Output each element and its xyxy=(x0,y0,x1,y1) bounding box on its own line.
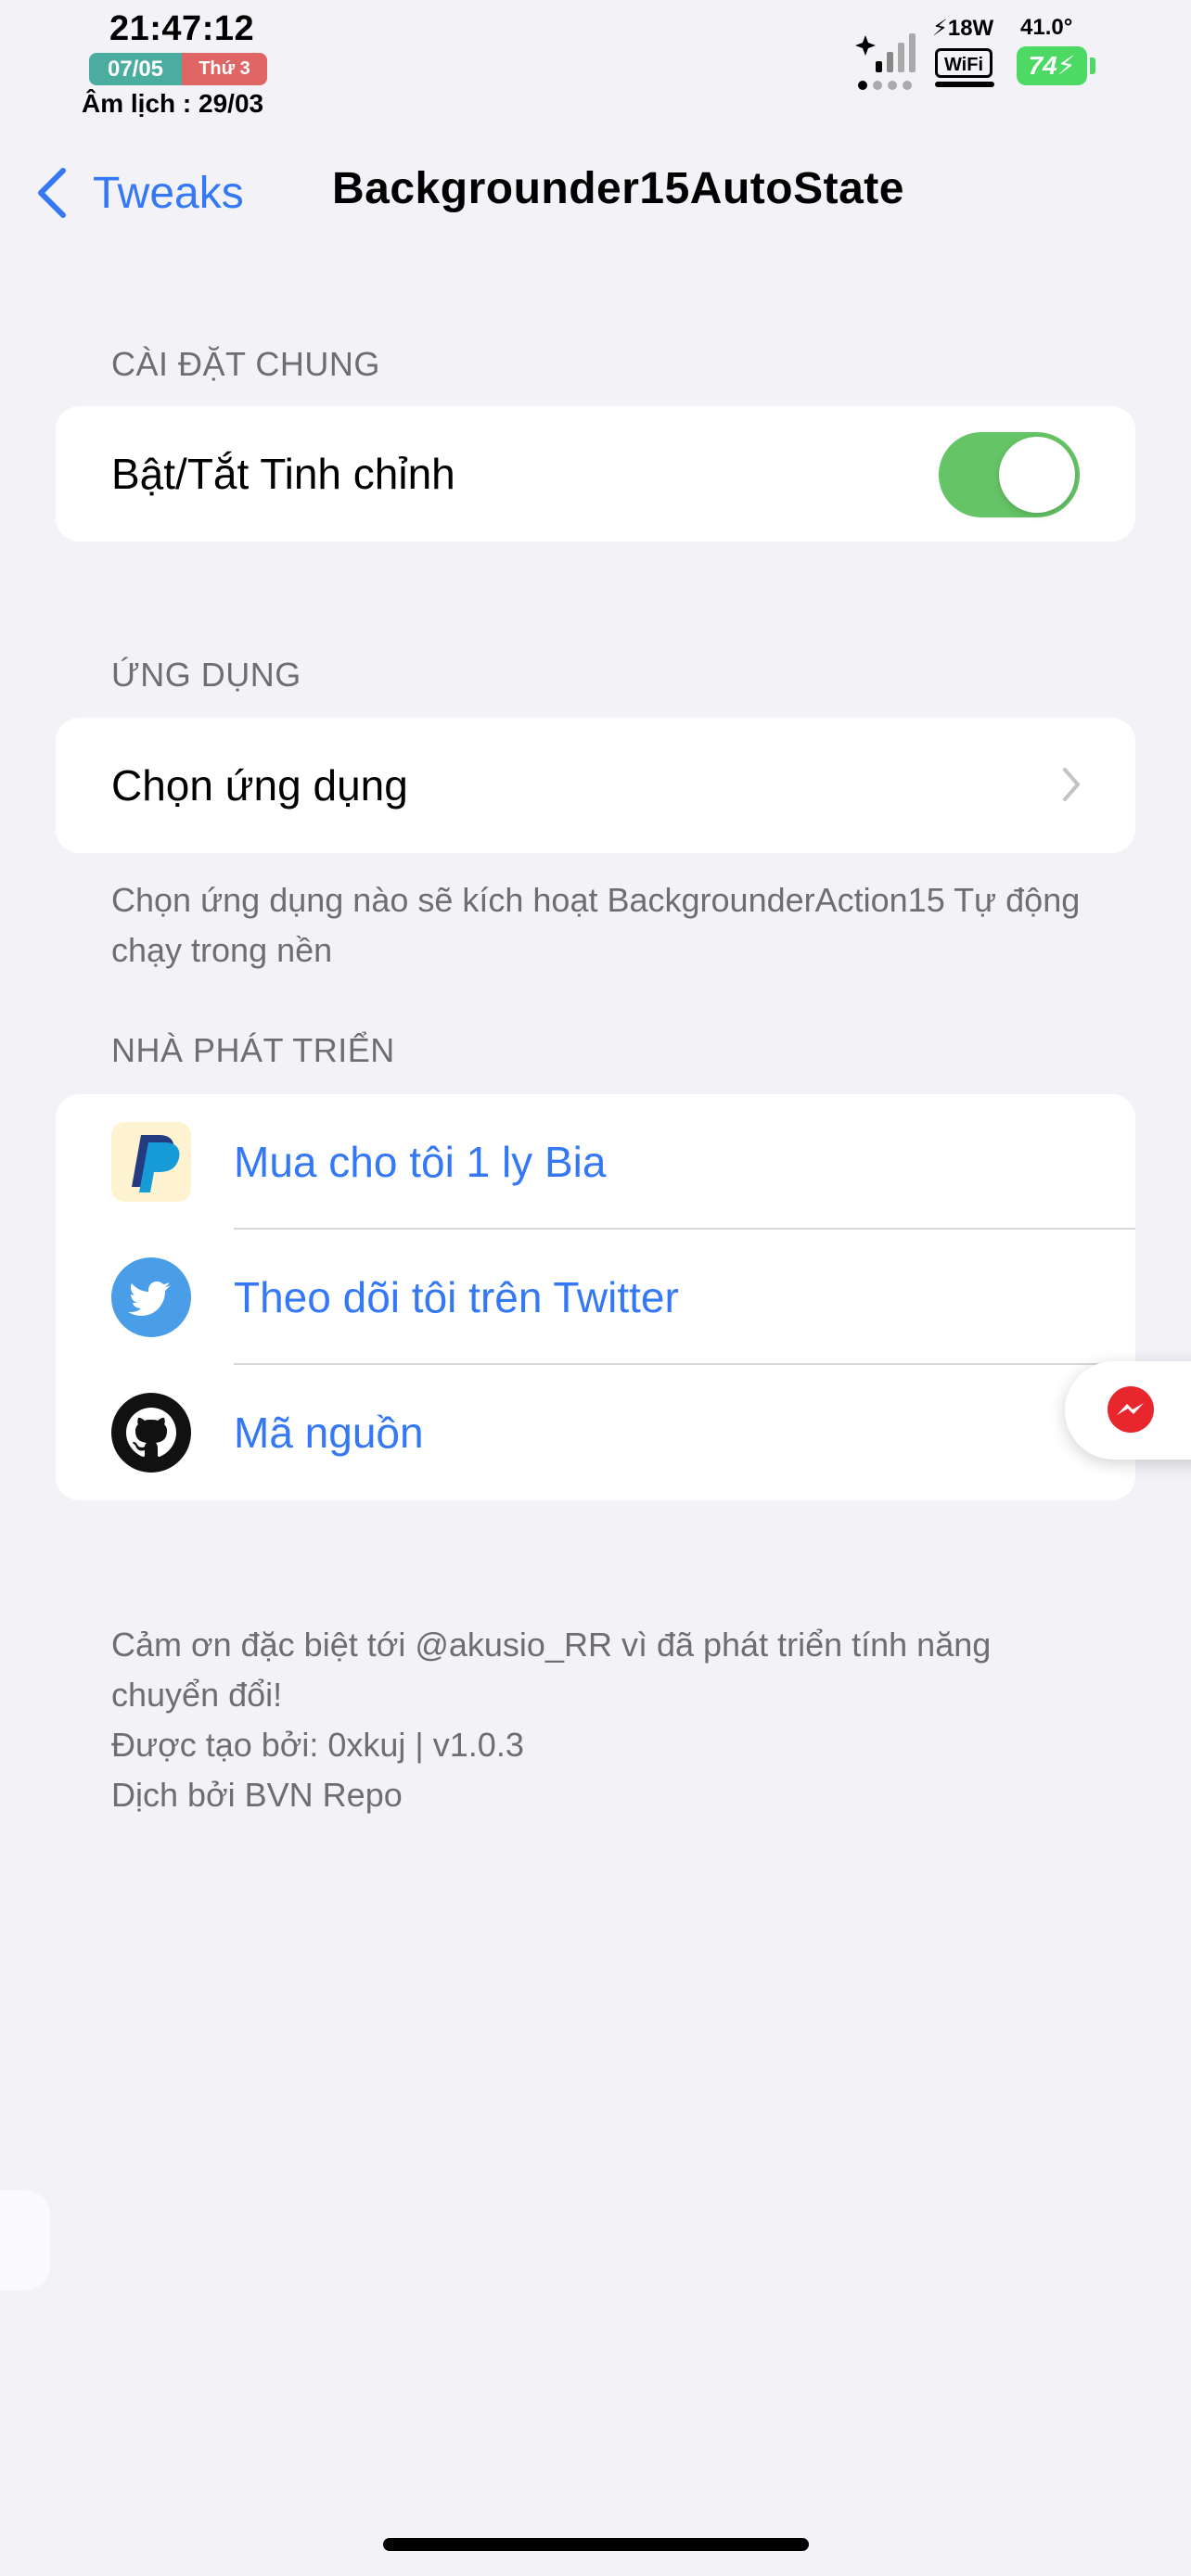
battery-tip xyxy=(1090,57,1095,74)
enable-tweak-toggle[interactable] xyxy=(939,432,1080,517)
footer-thanks: Cảm ơn đặc biệt tới @akusio_RR vì đã phá… xyxy=(111,1626,992,1714)
twitter-icon xyxy=(111,1257,191,1337)
battery-indicator: 74⚡ xyxy=(1017,46,1087,85)
source-code-row[interactable]: Mã nguồn xyxy=(56,1365,1135,1500)
donate-link: Mua cho tôi 1 ly Bia xyxy=(234,1138,607,1186)
status-date: 07/05 xyxy=(89,53,182,85)
twitter-link: Theo dõi tôi trên Twitter xyxy=(234,1273,679,1321)
section-header-general: CÀI ĐẶT CHUNG xyxy=(111,345,380,383)
select-apps-label: Chọn ứng dụng xyxy=(111,761,408,810)
apps-group: Chọn ứng dụng xyxy=(56,718,1135,853)
status-time: 21:47:12 xyxy=(109,9,255,48)
select-apps-row[interactable]: Chọn ứng dụng xyxy=(56,718,1135,853)
chevron-left-icon xyxy=(38,168,66,218)
section-header-apps: ỨNG DỤNG xyxy=(111,656,301,694)
edge-handle[interactable] xyxy=(0,2190,50,2290)
apps-footnote: Chọn ứng dụng nào sẽ kích hoạt Backgroun… xyxy=(111,881,1081,969)
enable-tweak-label: Bật/Tắt Tinh chỉnh xyxy=(111,450,455,498)
home-indicator[interactable] xyxy=(383,2538,809,2551)
page-title: Backgrounder15AutoState xyxy=(332,164,904,213)
messenger-icon xyxy=(1108,1386,1154,1433)
twitter-row[interactable]: Theo dõi tôi trên Twitter xyxy=(56,1230,1135,1365)
donate-row[interactable]: Mua cho tôi 1 ly Bia xyxy=(56,1094,1135,1230)
source-code-link: Mã nguồn xyxy=(234,1409,424,1457)
toggle-knob xyxy=(999,437,1075,513)
enable-tweak-row: Bật/Tắt Tinh chỉnh xyxy=(56,406,1135,542)
status-lunar-date: Âm lịch : 29/03 xyxy=(82,89,264,118)
section-header-developer: NHÀ PHÁT TRIỂN xyxy=(111,1031,395,1069)
back-button-label: Tweaks xyxy=(93,168,244,218)
footer-translated-by: Dịch bởi BVN Repo xyxy=(111,1776,403,1814)
developer-group: Mua cho tôi 1 ly Bia Theo dõi tôi trên T… xyxy=(56,1094,1135,1500)
charging-wattage: ⚡18W xyxy=(932,16,994,41)
status-weekday: Thứ 3 xyxy=(182,53,267,85)
general-settings-group: Bật/Tắt Tinh chỉnh xyxy=(56,406,1135,542)
github-icon xyxy=(111,1393,191,1473)
chevron-right-icon xyxy=(1063,768,1080,801)
footer-created-by: Được tạo bởi: 0xkuj | v1.0.3 xyxy=(111,1726,524,1764)
cellular-signal-icon xyxy=(855,33,916,90)
wifi-strength-bar xyxy=(935,82,994,87)
battery-temperature: 41.0° xyxy=(1020,15,1073,40)
back-button[interactable]: Tweaks xyxy=(35,165,244,221)
wifi-icon: WiFi xyxy=(935,48,992,78)
messenger-floating-button[interactable] xyxy=(1065,1361,1191,1460)
paypal-icon xyxy=(111,1122,191,1202)
